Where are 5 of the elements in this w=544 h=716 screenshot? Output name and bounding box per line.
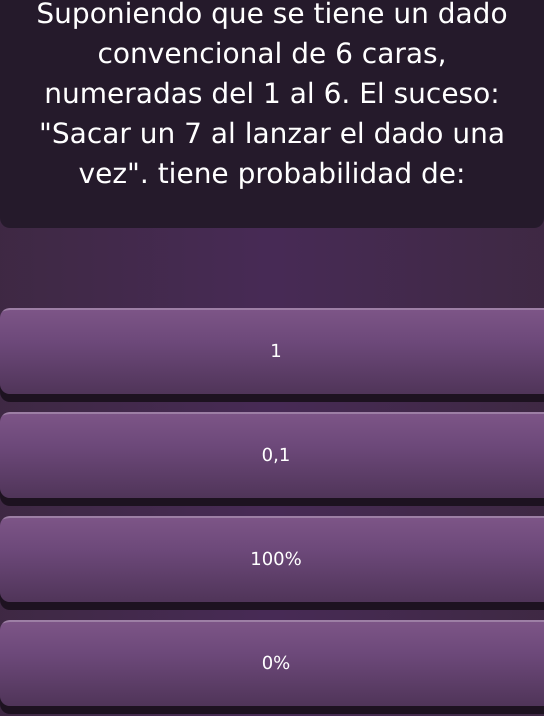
question-text: Suponiendo que se tiene un dado convencional de 6 caras, numeradas del 1 al 6. El suceso: "Sacar un 7 al lanzar el dado una vez". tiene probabilidad de: (35, 0, 509, 192)
answer-option[interactable]: 100% (0, 516, 544, 602)
answer-option[interactable]: 0% (0, 620, 544, 706)
answer-option[interactable]: 0,1 (0, 412, 544, 498)
answer-option[interactable]: 1 (0, 308, 544, 394)
